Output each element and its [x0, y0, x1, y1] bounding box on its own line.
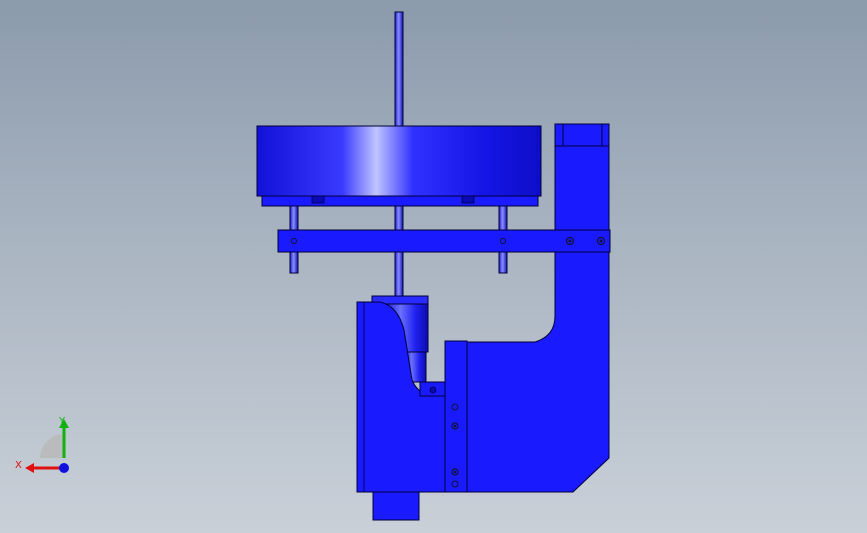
bottom-block[interactable] [372, 491, 420, 521]
triad-plane-indicator [40, 434, 64, 458]
drum-part[interactable] [256, 125, 542, 207]
3d-model-view[interactable] [0, 0, 867, 533]
l-bracket[interactable] [466, 251, 610, 493]
axis-triad: Y X [15, 416, 69, 473]
right-column[interactable] [554, 123, 610, 231]
cross-bar[interactable] [277, 229, 611, 253]
graphics-viewport[interactable]: Y X [0, 0, 867, 533]
y-axis-label: Y [58, 416, 66, 427]
x-axis-label: X [15, 460, 22, 471]
z-axis-dot [59, 463, 69, 473]
